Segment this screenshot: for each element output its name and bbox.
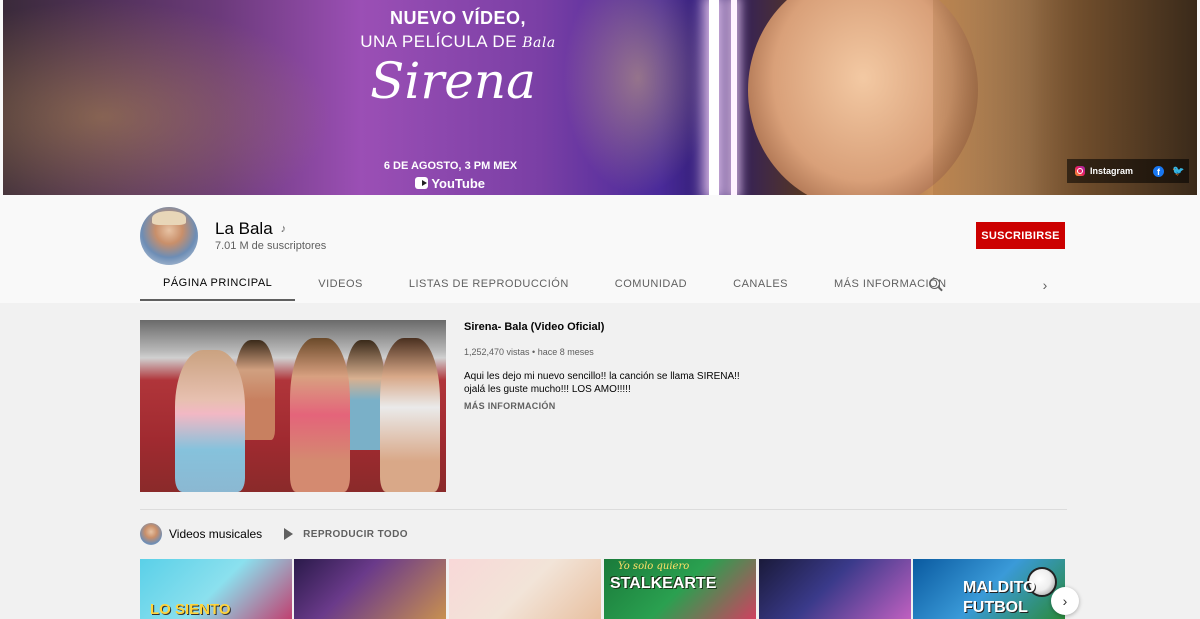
banner-date: 6 DE AGOSTO, 3 PM MEX xyxy=(383,160,518,172)
channel-search-button[interactable] xyxy=(914,266,954,301)
featured-video-meta: 1,252,470 vistas • hace 8 meses xyxy=(464,347,594,357)
banner-line2-script: Bala xyxy=(522,35,556,51)
twitter-icon[interactable]: 🐦 xyxy=(1172,166,1184,177)
chevron-right-icon: › xyxy=(1062,593,1068,609)
youtube-icon xyxy=(415,177,429,189)
instagram-link[interactable]: Instagram xyxy=(1074,166,1133,176)
channel-tabs: PÁGINA PRINCIPAL VIDEOS LISTAS DE REPROD… xyxy=(140,266,970,303)
shelf-title[interactable]: Videos musicales xyxy=(169,527,262,541)
neon-light xyxy=(709,0,719,195)
featured-video-description: Aqui les dejo mi nuevo sencillo!! la can… xyxy=(464,371,740,395)
subscribe-button[interactable]: SUSCRIBIRSE xyxy=(976,222,1065,249)
banner-line1: NUEVO VÍDEO, xyxy=(389,8,527,28)
shelf-thumbnail[interactable]: Yo solo quiero STALKEARTE xyxy=(604,559,756,619)
shelf-thumbnail[interactable] xyxy=(759,559,911,619)
music-note-icon: ♪ xyxy=(280,223,287,235)
tab-playlists[interactable]: LISTAS DE REPRODUCCIÓN xyxy=(386,266,592,301)
shelf-avatar xyxy=(140,523,162,545)
featured-more-info-link[interactable]: MÁS INFORMACIÓN xyxy=(464,401,556,411)
chevron-right-icon: › xyxy=(1042,277,1048,293)
video-shelf: LO SIENTO Yo solo quiero STALKEARTE MALD… xyxy=(140,559,1070,619)
banner-youtube-logo: YouTube xyxy=(415,175,485,191)
channel-page: NUEVO VÍDEO, UNA PELÍCULA DE Bala Sirena… xyxy=(0,0,1200,619)
shelf-header: Videos musicales REPRODUCIR TODO xyxy=(140,523,408,545)
channel-name: La Bala ♪ xyxy=(215,219,287,238)
channel-avatar[interactable] xyxy=(140,207,198,265)
shelf-thumbnail[interactable] xyxy=(294,559,446,619)
tabs-scroll-right[interactable]: › xyxy=(1038,277,1052,293)
featured-video-thumbnail[interactable] xyxy=(140,320,446,492)
banner-title: Sirena xyxy=(370,52,536,110)
section-divider xyxy=(140,509,1067,510)
banner-line2: UNA PELÍCULA DE Bala xyxy=(360,32,556,51)
channel-banner: NUEVO VÍDEO, UNA PELÍCULA DE Bala Sirena… xyxy=(3,0,1197,195)
tab-community[interactable]: COMUNIDAD xyxy=(592,266,710,301)
shelf-thumbnail[interactable]: LO SIENTO xyxy=(140,559,292,619)
shelf-thumbnail[interactable] xyxy=(449,559,601,619)
tab-channels[interactable]: CANALES xyxy=(710,266,811,301)
tab-videos[interactable]: VIDEOS xyxy=(295,266,386,301)
shelf-thumbnail[interactable]: MALDITO FUTBOL xyxy=(913,559,1065,619)
play-all-button[interactable]: REPRODUCIR TODO xyxy=(303,529,408,540)
social-links: Instagram f 🐦 xyxy=(1066,159,1189,183)
subscriber-count: 7.01 M de suscriptores xyxy=(215,240,327,252)
channel-content: Sirena- Bala (Video Oficial) 1,252,470 v… xyxy=(0,303,1200,619)
facebook-icon[interactable]: f xyxy=(1153,165,1164,177)
featured-video-title[interactable]: Sirena- Bala (Video Oficial) xyxy=(464,321,604,333)
channel-header: La Bala ♪ 7.01 M de suscriptores SUSCRIB… xyxy=(3,195,1197,303)
instagram-icon xyxy=(1074,166,1085,176)
shelf-next-button[interactable]: › xyxy=(1051,587,1079,615)
play-icon xyxy=(284,528,294,540)
search-icon xyxy=(928,278,940,289)
tab-home[interactable]: PÁGINA PRINCIPAL xyxy=(140,266,296,301)
